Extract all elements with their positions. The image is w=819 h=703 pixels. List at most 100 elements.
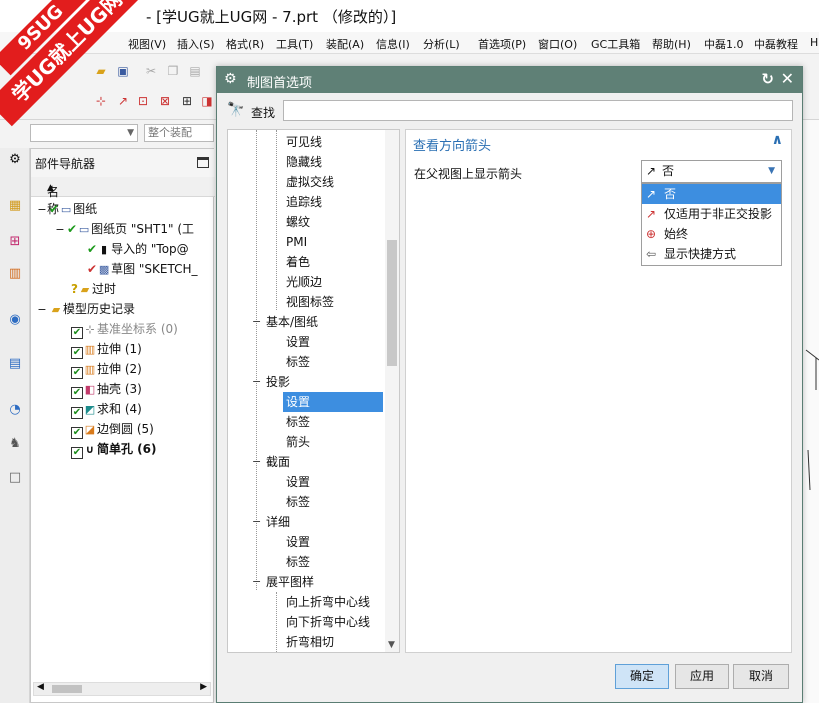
- tree-row-sketch[interactable]: ✔ ▩ 草图 "SKETCH_: [31, 259, 215, 279]
- scroll-down-icon[interactable]: ▼: [388, 640, 395, 650]
- option-always[interactable]: ⊕ 始终: [642, 224, 781, 244]
- menu-tools[interactable]: 工具(T): [276, 36, 313, 52]
- tree-node-base-label[interactable]: 标签: [286, 352, 310, 372]
- tree-node-view-label[interactable]: 视图标签: [286, 292, 334, 312]
- collapse-icon[interactable]: −: [252, 572, 261, 592]
- group-title[interactable]: 查看方向箭头: [413, 135, 491, 154]
- assembly-scope-combo[interactable]: 整个装配: [144, 124, 214, 142]
- checkbox[interactable]: ✔: [71, 367, 83, 379]
- tree-row-drawing[interactable]: − ✔ ▭ 图纸: [31, 199, 215, 219]
- dialog-title-bar[interactable]: ⚙ 制图首选项 ↻ ✕: [217, 67, 802, 93]
- menu-format[interactable]: 格式(R): [226, 36, 264, 52]
- tree-node-virtual-intersection[interactable]: 虚拟交线: [286, 172, 334, 192]
- tree-node-detail-label[interactable]: 标签: [286, 552, 310, 572]
- tree-node-pmi[interactable]: PMI: [286, 232, 307, 252]
- menu-window[interactable]: 窗口(O): [538, 36, 577, 52]
- apply-button[interactable]: 应用: [675, 664, 729, 689]
- tree-node-section-label[interactable]: 标签: [286, 492, 310, 512]
- snap-icon-4[interactable]: ⊠: [158, 94, 172, 108]
- part-navigator-icon[interactable]: ⊞: [7, 234, 23, 250]
- menu-zhonglei-tutorial[interactable]: 中磊教程: [754, 36, 798, 52]
- scrollbar-thumb[interactable]: [52, 685, 82, 693]
- tree-node-projection-settings[interactable]: 设置: [283, 392, 383, 412]
- tree-node-base-settings[interactable]: 设置: [286, 332, 310, 352]
- tree-node-bend-down-centerline[interactable]: 向下折弯中心线: [286, 612, 370, 632]
- menu-assembly[interactable]: 装配(A): [326, 36, 364, 52]
- tree-node-detail[interactable]: 详细: [266, 512, 290, 532]
- maximize-icon[interactable]: [197, 157, 209, 168]
- tree-row-shell[interactable]: ✔ ◧ 抽壳 (3): [31, 379, 215, 399]
- close-icon[interactable]: ✕: [781, 69, 794, 88]
- tree-node-bend-up-centerline[interactable]: 向上折弯中心线: [286, 592, 370, 612]
- collapse-icon[interactable]: −: [252, 312, 261, 332]
- menu-info[interactable]: 信息(I): [376, 36, 410, 52]
- tree-node-base-drawing[interactable]: 基本/图纸: [266, 312, 318, 332]
- collapse-up-icon[interactable]: ∧: [772, 132, 783, 148]
- snap-icon-2[interactable]: ↗: [116, 94, 130, 108]
- copy-icon[interactable]: ❐: [166, 64, 180, 78]
- tree-row-imported-view[interactable]: ✔ ▮ 导入的 "Top@: [31, 239, 215, 259]
- tree-node-flat-pattern[interactable]: 展平图样: [266, 572, 314, 592]
- option-no[interactable]: ↗ 否: [642, 184, 781, 204]
- tree-node-trace-line[interactable]: 追踪线: [286, 192, 322, 212]
- tree-row-edge-blend[interactable]: ✔ ◪ 边倒圆 (5): [31, 419, 215, 439]
- menu-preferences[interactable]: 首选项(P): [478, 36, 526, 52]
- cancel-button[interactable]: 取消: [733, 664, 789, 689]
- scroll-right-icon[interactable]: ▶: [200, 682, 207, 692]
- option-non-orthographic[interactable]: ↗ 仅适用于非正交投影: [642, 204, 781, 224]
- tree-vertical-scrollbar[interactable]: ▼: [385, 130, 399, 652]
- ok-button[interactable]: 确定: [615, 664, 669, 689]
- option-show-shortcuts[interactable]: ⇦ 显示快捷方式: [642, 244, 781, 264]
- snap-icon-3[interactable]: ⊡: [136, 94, 150, 108]
- system-materials-icon[interactable]: □: [7, 470, 23, 486]
- checkbox[interactable]: ✔: [71, 407, 83, 419]
- collapse-icon[interactable]: −: [252, 372, 261, 392]
- tree-row-model-history[interactable]: − ▰ 模型历史记录: [31, 299, 215, 319]
- tree-node-section-settings[interactable]: 设置: [286, 472, 310, 492]
- tree-node-hidden-line[interactable]: 隐藏线: [286, 152, 322, 172]
- menu-help[interactable]: 帮助(H): [652, 36, 691, 52]
- web-browser-icon[interactable]: ◉: [7, 312, 23, 328]
- settings-gear-icon[interactable]: ⚙: [7, 152, 23, 168]
- navigator-column-header[interactable]: 名称 ▲: [31, 177, 215, 216]
- show-arrow-select[interactable]: ↗ 否 ▼: [641, 160, 782, 183]
- checkbox[interactable]: ✔: [71, 347, 83, 359]
- menu-view[interactable]: 视图(V): [128, 36, 166, 52]
- tree-node-section[interactable]: 截面: [266, 452, 290, 472]
- menu-insert[interactable]: 插入(S): [177, 36, 215, 52]
- tree-node-bend-tangent[interactable]: 折弯相切: [286, 632, 334, 652]
- scrollbar-thumb[interactable]: [387, 240, 397, 366]
- tree-node-detail-settings[interactable]: 设置: [286, 532, 310, 552]
- tree-row-extrude-1[interactable]: ✔ ▥ 拉伸 (1): [31, 339, 215, 359]
- tree-row-outdated[interactable]: ? ▰ 过时: [31, 279, 215, 299]
- paste-icon[interactable]: ▤: [188, 64, 202, 78]
- tree-node-projection-arrow[interactable]: 箭头: [286, 432, 310, 452]
- collapse-icon[interactable]: −: [252, 512, 261, 532]
- snap-icon-1[interactable]: ⊹: [94, 94, 108, 108]
- tree-node-visible-line[interactable]: 可见线: [286, 132, 322, 152]
- menu-zhonglei[interactable]: 中磊1.0: [704, 36, 744, 52]
- checkbox[interactable]: ✔: [71, 387, 83, 399]
- find-input[interactable]: [283, 100, 793, 121]
- snap-icon-6[interactable]: ◨: [200, 94, 214, 108]
- checkbox[interactable]: ✔: [71, 327, 83, 339]
- reuse-library-icon[interactable]: ▥: [7, 266, 23, 282]
- menu-analysis[interactable]: 分析(L): [423, 36, 460, 52]
- tree-row-extrude-2[interactable]: ✔ ▥ 拉伸 (2): [31, 359, 215, 379]
- checkbox[interactable]: ✔: [71, 447, 83, 459]
- checkbox[interactable]: ✔: [71, 427, 83, 439]
- cut-icon[interactable]: ✂: [144, 64, 158, 78]
- graphics-window[interactable]: [803, 120, 819, 703]
- snap-icon-5[interactable]: ⊞: [180, 94, 194, 108]
- tree-node-smooth-edge[interactable]: 光顺边: [286, 272, 322, 292]
- tree-row-unite[interactable]: ✔ ◩ 求和 (4): [31, 399, 215, 419]
- history-icon[interactable]: ▤: [7, 356, 23, 372]
- collapse-icon[interactable]: −: [252, 452, 261, 472]
- tree-node-projection[interactable]: 投影: [266, 372, 290, 392]
- menu-h[interactable]: H: [810, 36, 818, 49]
- tree-row-sheet[interactable]: − ✔ ▭ 图纸页 "SHT1" (工: [31, 219, 215, 239]
- assembly-navigator-icon[interactable]: ▦: [7, 198, 23, 214]
- tree-row-simple-hole[interactable]: ✔ ∪ 简单孔 (6): [31, 439, 215, 459]
- tree-node-thread[interactable]: 螺纹: [286, 212, 310, 232]
- roles-icon[interactable]: ♞: [7, 436, 23, 452]
